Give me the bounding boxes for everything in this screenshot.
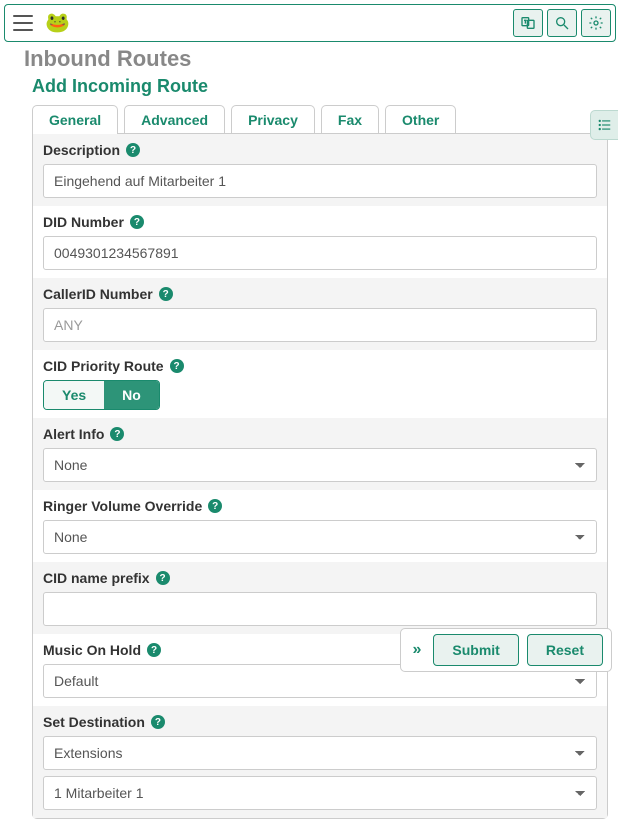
label-description: Description xyxy=(43,142,120,158)
input-cidprefix[interactable] xyxy=(43,592,597,626)
help-icon[interactable]: ? xyxy=(147,643,161,657)
side-list-button[interactable] xyxy=(590,110,618,140)
tab-general[interactable]: General xyxy=(32,105,118,134)
language-icon xyxy=(520,15,536,31)
gear-icon xyxy=(588,15,604,31)
row-description: Description? xyxy=(33,134,607,206)
tab-fax[interactable]: Fax xyxy=(321,105,379,134)
help-icon[interactable]: ? xyxy=(208,499,222,513)
label-alertinfo: Alert Info xyxy=(43,426,104,442)
toggle-cidprio[interactable]: Yes No xyxy=(43,380,160,410)
label-ringer: Ringer Volume Override xyxy=(43,498,202,514)
row-did: DID Number? xyxy=(33,206,607,278)
search-button[interactable] xyxy=(547,9,577,37)
row-ringer: Ringer Volume Override? None xyxy=(33,490,607,562)
footer-expand-icon[interactable]: » xyxy=(409,641,426,659)
page-subtitle: Add Incoming Route xyxy=(32,76,608,97)
list-icon xyxy=(597,118,613,132)
frog-logo-icon: 🐸 xyxy=(45,13,70,33)
select-alertinfo[interactable]: None xyxy=(43,448,597,482)
label-moh: Music On Hold xyxy=(43,642,141,658)
label-did: DID Number xyxy=(43,214,124,230)
help-icon[interactable]: ? xyxy=(170,359,184,373)
help-icon[interactable]: ? xyxy=(156,571,170,585)
language-button[interactable] xyxy=(513,9,543,37)
label-callerid: CallerID Number xyxy=(43,286,153,302)
help-icon[interactable]: ? xyxy=(159,287,173,301)
toggle-cidprio-yes[interactable]: Yes xyxy=(44,381,104,409)
select-dest-category[interactable]: Extensions xyxy=(43,736,597,770)
input-did[interactable] xyxy=(43,236,597,270)
search-icon xyxy=(554,15,570,31)
tab-privacy[interactable]: Privacy xyxy=(231,105,315,134)
input-description[interactable] xyxy=(43,164,597,198)
help-icon[interactable]: ? xyxy=(130,215,144,229)
select-ringer[interactable]: None xyxy=(43,520,597,554)
input-callerid[interactable] xyxy=(43,308,597,342)
settings-button[interactable] xyxy=(581,9,611,37)
row-alertinfo: Alert Info? None xyxy=(33,418,607,490)
label-cidprefix: CID name prefix xyxy=(43,570,150,586)
row-cidprefix: CID name prefix? xyxy=(33,562,607,634)
select-dest-target[interactable]: 1 Mitarbeiter 1 xyxy=(43,776,597,810)
page-title: Inbound Routes xyxy=(24,46,608,72)
footer-actions: » Submit Reset xyxy=(400,628,613,672)
tab-advanced[interactable]: Advanced xyxy=(124,105,225,134)
tab-other[interactable]: Other xyxy=(385,105,456,134)
page-body: Inbound Routes Add Incoming Route Genera… xyxy=(0,46,620,820)
topbar-left: 🐸 xyxy=(9,11,70,35)
menu-button[interactable] xyxy=(9,11,37,35)
reset-button[interactable]: Reset xyxy=(527,634,603,666)
topbar: 🐸 xyxy=(4,4,616,42)
label-cidprio: CID Priority Route xyxy=(43,358,164,374)
form-panel: Description? DID Number? CallerID Number… xyxy=(32,133,608,819)
topbar-right xyxy=(513,9,611,37)
help-icon[interactable]: ? xyxy=(110,427,124,441)
row-callerid: CallerID Number? xyxy=(33,278,607,350)
help-icon[interactable]: ? xyxy=(151,715,165,729)
row-dest: Set Destination? Extensions 1 Mitarbeite… xyxy=(33,706,607,818)
row-cidprio: CID Priority Route? Yes No xyxy=(33,350,607,418)
tab-bar: General Advanced Privacy Fax Other xyxy=(32,105,608,134)
label-dest: Set Destination xyxy=(43,714,145,730)
help-icon[interactable]: ? xyxy=(126,143,140,157)
toggle-cidprio-no[interactable]: No xyxy=(104,381,159,409)
submit-button[interactable]: Submit xyxy=(433,634,518,666)
